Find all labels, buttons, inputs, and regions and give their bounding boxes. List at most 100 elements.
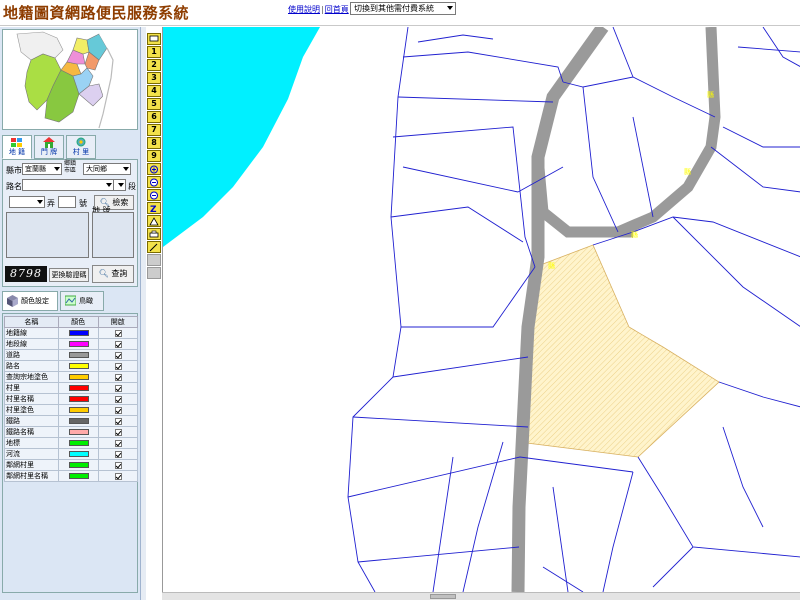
legend-color-cell[interactable] (57, 338, 99, 350)
query-button-label: 查詢 (111, 269, 128, 278)
color-swatch[interactable] (68, 374, 89, 380)
tab-land-parcel[interactable]: 地 籍 (2, 135, 32, 159)
legend-color-cell[interactable] (57, 382, 99, 394)
switch-system-select[interactable]: 切換到其他需付費系統 (350, 2, 456, 15)
layer-visible-checkbox[interactable] (114, 340, 122, 348)
layer-visible-checkbox[interactable] (114, 351, 122, 359)
color-swatch[interactable] (68, 330, 89, 336)
legend-color-cell[interactable] (57, 415, 99, 427)
color-swatch[interactable] (68, 440, 89, 446)
print-button[interactable] (147, 228, 161, 240)
tab-village[interactable]: 村 里 (66, 135, 96, 159)
layer-visible-checkbox[interactable] (114, 417, 122, 425)
legend-color-cell[interactable] (57, 470, 99, 482)
scale-level-button-9[interactable]: 9 (147, 150, 161, 162)
layer-visible-checkbox[interactable] (114, 439, 122, 447)
color-swatch[interactable] (68, 418, 89, 424)
layer-visible-checkbox[interactable] (114, 395, 122, 403)
measure-button[interactable] (147, 241, 161, 253)
legend-color-cell[interactable] (57, 459, 99, 471)
color-swatch[interactable] (68, 473, 89, 479)
legend-layer-name: 鐵路 (4, 415, 59, 427)
refresh-captcha-button[interactable]: 更換驗證碼 (49, 268, 89, 282)
scrollbar-thumb[interactable] (430, 594, 456, 599)
parcel-no-list[interactable] (92, 212, 134, 258)
scale-level-button-6[interactable]: 6 (147, 111, 161, 123)
legend-color-cell[interactable] (57, 437, 99, 449)
disabled-tool-button[interactable] (147, 267, 161, 279)
link-separator: | (321, 5, 324, 14)
tab-house-number[interactable]: 門 牌 (34, 135, 64, 159)
print-icon (149, 230, 159, 238)
identify-button[interactable] (147, 215, 161, 227)
horizontal-scrollbar[interactable] (162, 592, 800, 600)
layer-switch-button[interactable] (147, 33, 161, 45)
chevron-down-icon (447, 6, 453, 10)
tab-color-settings[interactable]: 顏色設定 (2, 291, 58, 311)
scale-level-button-2[interactable]: 2 (147, 59, 161, 71)
layer-visible-checkbox[interactable] (114, 406, 122, 414)
home-link[interactable]: 回首頁 (325, 5, 349, 14)
query-button[interactable]: 🔍︎ 查詢 (92, 265, 134, 283)
legend-color-cell[interactable] (57, 426, 99, 438)
zoom-out-button[interactable] (147, 189, 161, 201)
zoom-extent-icon: Z (150, 205, 157, 213)
layer-visible-checkbox[interactable] (114, 428, 122, 436)
disabled-tool-button[interactable] (147, 254, 161, 266)
color-swatch[interactable] (68, 396, 89, 402)
palette-icon (7, 295, 18, 307)
layer-visible-checkbox[interactable] (114, 384, 122, 392)
section-select[interactable] (113, 179, 126, 191)
legend-layer-name: 道路 (4, 349, 59, 361)
legend-color-cell[interactable] (57, 393, 99, 405)
legend-row: 鐵路名稱 (4, 426, 139, 438)
zoom-extent-button[interactable]: Z (147, 202, 161, 214)
land-parcel-icon (11, 138, 22, 147)
road-label: 縣 (684, 167, 691, 176)
help-link[interactable]: 使用說明 (288, 5, 320, 14)
layer-visible-checkbox[interactable] (114, 450, 122, 458)
legend-color-cell[interactable] (57, 404, 99, 416)
lane-select[interactable] (9, 196, 45, 208)
scale-level-button-5[interactable]: 5 (147, 98, 161, 110)
layer-visible-checkbox[interactable] (114, 373, 122, 381)
color-swatch[interactable] (68, 363, 89, 369)
search-button-label: 檢索 (112, 198, 129, 207)
layer-visible-checkbox[interactable] (114, 472, 122, 480)
layer-visible-checkbox[interactable] (114, 461, 122, 469)
legend-color-cell[interactable] (57, 448, 99, 460)
panel-splitter[interactable] (141, 27, 146, 600)
pan-button[interactable] (147, 163, 161, 175)
county-select[interactable]: 宜蘭縣 (22, 163, 62, 175)
color-swatch[interactable] (68, 462, 89, 468)
color-swatch[interactable] (68, 385, 89, 391)
legend-color-cell[interactable] (57, 371, 99, 383)
legend-color-cell[interactable] (57, 327, 99, 339)
legend-color-cell[interactable] (57, 349, 99, 361)
scale-level-button-4[interactable]: 4 (147, 85, 161, 97)
layer-visible-checkbox[interactable] (114, 362, 122, 370)
chevron-down-icon (37, 200, 43, 204)
color-swatch[interactable] (68, 352, 89, 358)
zoom-in-button[interactable] (147, 176, 161, 188)
district-select[interactable]: 大同鄉 (83, 163, 131, 175)
legend-visible-cell (97, 371, 139, 383)
color-swatch[interactable] (68, 341, 89, 347)
scale-level-button-1[interactable]: 1 (147, 46, 161, 58)
tab-aerial-view[interactable]: 鳥瞰 (60, 291, 104, 311)
legend-visible-cell (97, 470, 139, 482)
legend-color-cell[interactable] (57, 360, 99, 372)
overview-map[interactable] (2, 29, 138, 130)
result-list[interactable] (6, 212, 89, 258)
color-swatch[interactable] (68, 451, 89, 457)
map-canvas[interactable]: 縣 縣 縣 縣 (162, 27, 800, 592)
scale-level-button-3[interactable]: 3 (147, 72, 161, 84)
road-select[interactable] (22, 179, 114, 191)
scale-level-button-7[interactable]: 7 (147, 124, 161, 136)
number-input[interactable] (58, 196, 76, 208)
color-swatch[interactable] (68, 407, 89, 413)
scale-level-button-8[interactable]: 8 (147, 137, 161, 149)
color-swatch[interactable] (68, 429, 89, 435)
layer-visible-checkbox[interactable] (114, 329, 122, 337)
legend-body: 地籍線 地段線 道路 路名 查詢宗地塗色 村里 村里名稱 村里塗色 鐵路 鐵路名稱 地標 河流 鄰網村里… (4, 327, 139, 482)
